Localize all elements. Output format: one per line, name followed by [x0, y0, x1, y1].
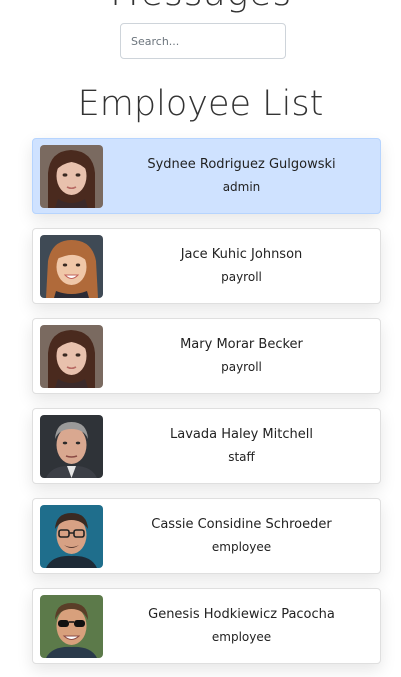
- employee-info: Mary Morar Becker payroll: [103, 319, 380, 393]
- employee-info: Genesis Hodkiewicz Pacocha employee: [103, 589, 380, 663]
- employee-list: Sydnee Rodriguez Gulgowski admin Jace Ku…: [32, 138, 381, 677]
- employee-card[interactable]: Lavada Haley Mitchell staff: [32, 408, 381, 484]
- employee-role: admin: [222, 180, 261, 194]
- employee-card[interactable]: Genesis Hodkiewicz Pacocha employee: [32, 588, 381, 664]
- messages-heading: Messages: [0, 0, 401, 14]
- employee-role: employee: [211, 630, 272, 644]
- employee-name: Jace Kuhic Johnson: [180, 247, 303, 262]
- employee-name: Cassie Considine Schroeder: [151, 517, 332, 532]
- employee-page: Messages Employee List Sydnee Rodriguez …: [0, 0, 401, 677]
- employee-card[interactable]: Cassie Considine Schroeder employee: [32, 498, 381, 574]
- employee-list-title: Employee List: [77, 84, 324, 124]
- employee-card[interactable]: Mary Morar Becker payroll: [32, 318, 381, 394]
- employee-info: Cassie Considine Schroeder employee: [103, 499, 380, 573]
- male-sunglasses-avatar: [40, 595, 103, 658]
- female-dark-hair-avatar: [40, 325, 103, 388]
- employee-name: Sydnee Rodriguez Gulgowski: [147, 157, 336, 172]
- employee-card[interactable]: Jace Kuhic Johnson payroll: [32, 228, 381, 304]
- employee-info: Sydnee Rodriguez Gulgowski admin: [103, 139, 380, 213]
- employee-name: Genesis Hodkiewicz Pacocha: [148, 607, 335, 622]
- employee-name: Lavada Haley Mitchell: [170, 427, 313, 442]
- female-smiling-avatar: [40, 235, 103, 298]
- employee-role: staff: [228, 450, 255, 464]
- male-gray-hair-avatar: [40, 415, 103, 478]
- employee-card[interactable]: Sydnee Rodriguez Gulgowski admin: [32, 138, 381, 214]
- employee-role: payroll: [221, 360, 262, 374]
- male-glasses-avatar: [40, 505, 103, 568]
- employee-name: Mary Morar Becker: [180, 337, 303, 352]
- employee-info: Jace Kuhic Johnson payroll: [103, 229, 380, 303]
- employee-info: Lavada Haley Mitchell staff: [103, 409, 380, 483]
- search-input[interactable]: [120, 23, 286, 59]
- employee-role: payroll: [221, 270, 262, 284]
- female-dark-hair-avatar: [40, 145, 103, 208]
- employee-role: employee: [211, 540, 272, 554]
